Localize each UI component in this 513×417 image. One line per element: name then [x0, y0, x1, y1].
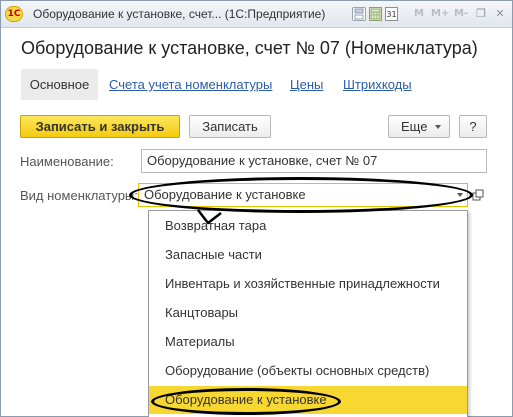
m-minus-icon[interactable]: M- [452, 6, 470, 22]
close-icon[interactable]: ✕ [492, 6, 508, 22]
list-item[interactable]: Материалы [149, 328, 467, 356]
list-item[interactable]: Инвентарь и хозяйственные принадлежности [149, 270, 467, 298]
more-button[interactable]: Еще [388, 115, 450, 138]
list-item[interactable]: Возвратная тара [149, 212, 467, 240]
chevron-down-icon [435, 125, 441, 129]
more-button-label: Еще [401, 119, 428, 134]
window-title: Оборудование к установке, счет... (1С:Пр… [33, 7, 326, 21]
restore-window-icon[interactable]: ❐ [473, 6, 489, 22]
type-label: Вид номенклатуры: [20, 188, 138, 203]
list-item[interactable]: Запасные части [149, 241, 467, 269]
save-and-close-button[interactable]: Записать и закрыть [20, 115, 180, 138]
list-item-selected[interactable]: Оборудование к установке [149, 386, 467, 414]
title-bar-toolbar: 31 M M+ M- ❐ ✕ [352, 5, 508, 23]
tab-accounts[interactable]: Счета учета номенклатуры [109, 77, 272, 92]
calendar-icon[interactable] [369, 7, 382, 21]
tab-prices[interactable]: Цены [290, 77, 323, 92]
m-plus-icon[interactable]: M+ [431, 6, 449, 22]
save-button[interactable]: Записать [189, 115, 271, 138]
name-label: Наименование: [20, 154, 114, 169]
help-button[interactable]: ? [459, 115, 487, 138]
m-icon[interactable]: M [410, 6, 428, 22]
list-item[interactable]: Оборудование (объекты основных средств) [149, 357, 467, 385]
app-logo-icon[interactable]: 1С [5, 6, 23, 22]
title-bar: 1С Оборудование к установке, счет... (1С… [1, 1, 512, 28]
type-select[interactable]: Оборудование к установке [138, 183, 468, 207]
chevron-down-icon[interactable] [457, 193, 463, 197]
open-item-icon[interactable] [471, 188, 485, 202]
save-icon[interactable] [352, 7, 366, 21]
type-dropdown-list: Возвратная тара Запасные части Инвентарь… [148, 210, 468, 417]
page-title: Оборудование к установке, счет № 07 (Ном… [21, 38, 478, 58]
tab-main[interactable]: Основное [21, 69, 98, 100]
list-item[interactable]: Канцтовары [149, 299, 467, 327]
type-select-value: Оборудование к установке [144, 187, 306, 202]
calendar-31-icon[interactable]: 31 [385, 7, 398, 21]
name-field[interactable]: Оборудование к установке, счет № 07 [141, 149, 487, 173]
app-window: 1С Оборудование к установке, счет... (1С… [0, 0, 513, 417]
tab-barcodes[interactable]: Штрихкоды [343, 77, 412, 92]
